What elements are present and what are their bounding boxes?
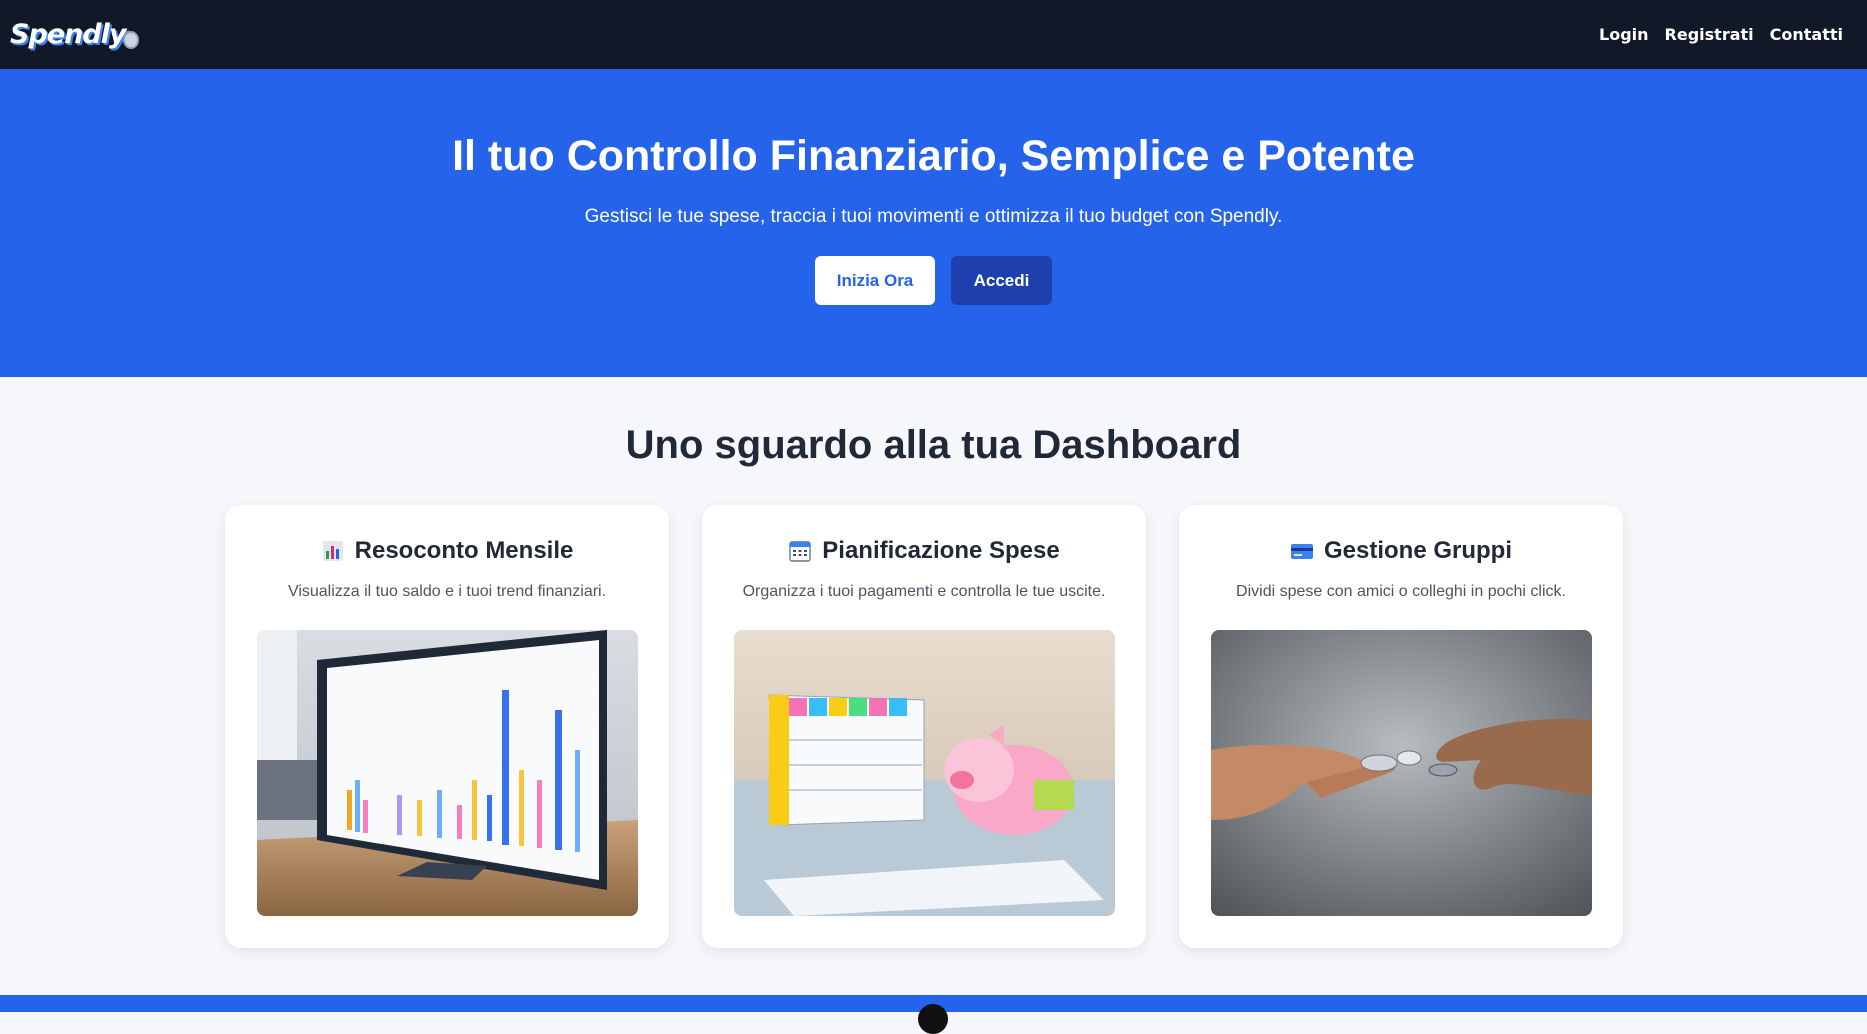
navbar: Spendly Login Registrati Contatti bbox=[0, 0, 1867, 69]
inizia-ora-button[interactable]: Inizia Ora bbox=[815, 256, 935, 305]
hero-subtitle: Gestisci le tue spese, traccia i tuoi mo… bbox=[584, 206, 1283, 227]
bar-chart-icon bbox=[322, 541, 343, 561]
hero-buttons: Inizia Ora Accedi bbox=[0, 256, 1867, 305]
nav-link-contatti[interactable]: Contatti bbox=[1770, 25, 1843, 44]
accedi-button[interactable]: Accedi bbox=[951, 256, 1052, 305]
logo-coin-icon bbox=[122, 30, 139, 49]
card-description: Organizza i tuoi pagamenti e controlla l… bbox=[742, 583, 1106, 600]
card-header: Pianificazione Spese bbox=[702, 537, 1146, 565]
card-header: Gestione Gruppi bbox=[1179, 537, 1623, 565]
credit-card-icon bbox=[1290, 544, 1313, 559]
hero-title: Il tuo Controllo Finanziario, Semplice e… bbox=[452, 132, 1415, 180]
hands-exchanging-coins-image bbox=[1211, 630, 1592, 916]
spendly-logo[interactable]: Spendly bbox=[10, 15, 139, 55]
card-title: Resoconto Mensile bbox=[354, 537, 574, 564]
card-title: Pianificazione Spese bbox=[822, 537, 1060, 564]
card-description: Visualizza il tuo saldo e i tuoi trend f… bbox=[287, 583, 607, 600]
card-header: Resoconto Mensile bbox=[225, 537, 669, 565]
card-title: Gestione Gruppi bbox=[1323, 537, 1512, 564]
calendar-icon bbox=[789, 541, 811, 562]
card-gestione-gruppi: Gestione Gruppi Dividi spese con amici o… bbox=[1179, 505, 1623, 948]
calendar-and-piggy-bank-image bbox=[734, 630, 1115, 916]
card-description: Dividi spese con amici o colleghi in poc… bbox=[1236, 583, 1566, 600]
nav-links: Login Registrati Contatti bbox=[1599, 25, 1843, 44]
card-resoconto-mensile: Resoconto Mensile Visualizza il tuo sald… bbox=[225, 505, 669, 948]
card-pianificazione-spese: Pianificazione Spese Organizza i tuoi pa… bbox=[702, 505, 1146, 948]
chat-bubble-icon[interactable] bbox=[918, 1004, 948, 1034]
hero-section: Il tuo Controllo Finanziario, Semplice e… bbox=[0, 69, 1867, 377]
logo-text: Spendly bbox=[10, 19, 126, 50]
nav-link-registrati[interactable]: Registrati bbox=[1665, 25, 1754, 44]
nav-link-login[interactable]: Login bbox=[1599, 25, 1649, 44]
dashboard-title: Uno sguardo alla tua Dashboard bbox=[625, 423, 1242, 467]
monitor-with-bar-chart-image bbox=[257, 630, 638, 916]
